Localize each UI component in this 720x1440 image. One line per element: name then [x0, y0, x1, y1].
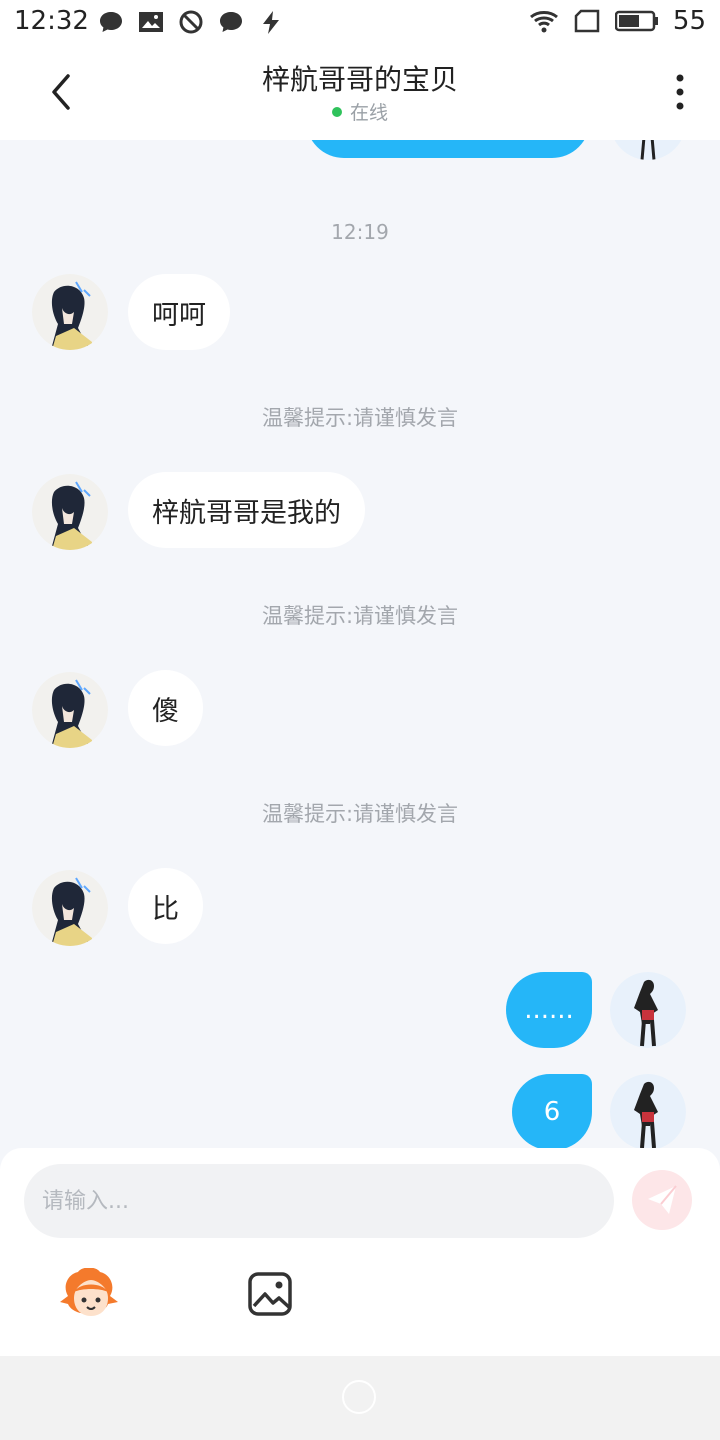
- status-right: 55: [529, 6, 706, 36]
- contact-avatar[interactable]: [32, 274, 108, 350]
- contact-avatar[interactable]: [32, 870, 108, 946]
- message-bubble-incoming[interactable]: 傻: [128, 670, 203, 746]
- sim-icon: [574, 9, 600, 33]
- my-avatar[interactable]: [610, 140, 686, 160]
- image-picker-icon[interactable]: [246, 1270, 294, 1318]
- send-plane-icon: [648, 1185, 677, 1214]
- wifi-icon: [529, 11, 558, 33]
- system-nav-bar: [0, 1356, 720, 1440]
- online-status-label: 在线: [349, 102, 388, 124]
- message-list[interactable]: 12:19 呵呵 温馨提示:请谨慎发言 梓航哥哥是我的 温馨提示:请谨慎发言 傻…: [0, 140, 720, 1148]
- warning-tip: 温馨提示:请谨慎发言: [261, 604, 459, 628]
- battery-icon: [614, 10, 658, 32]
- message-bubble-incoming[interactable]: 呵呵: [128, 274, 230, 350]
- status-time: 12:32: [14, 6, 89, 36]
- home-button[interactable]: [342, 1380, 376, 1414]
- battery-level: 55: [672, 6, 706, 36]
- chat-title: 梓航哥哥的宝贝: [261, 63, 458, 96]
- warning-tip: 温馨提示:请谨慎发言: [261, 802, 459, 826]
- contact-avatar[interactable]: [32, 672, 108, 748]
- more-options-icon[interactable]: [670, 72, 690, 112]
- message-bubble-outgoing-partial[interactable]: [306, 140, 590, 158]
- online-dot-icon: [331, 106, 342, 117]
- message-bubble-outgoing[interactable]: 6: [512, 1074, 592, 1148]
- flash-icon: [263, 11, 279, 34]
- my-avatar[interactable]: [610, 1074, 686, 1148]
- my-avatar[interactable]: [610, 972, 686, 1048]
- chat-bubble-icon: [100, 12, 122, 32]
- emoji-sticker-icon[interactable]: [60, 1268, 122, 1322]
- contact-avatar[interactable]: [32, 474, 108, 550]
- chat-bubble-icon: [220, 12, 242, 32]
- message-bubble-outgoing[interactable]: ......: [506, 972, 592, 1048]
- message-input[interactable]: [24, 1164, 614, 1238]
- message-timestamp: 12:19: [331, 220, 389, 244]
- message-bubble-incoming[interactable]: 比: [128, 868, 203, 944]
- blocked-icon: [179, 10, 203, 34]
- message-composer: [0, 1148, 720, 1356]
- warning-tip: 温馨提示:请谨慎发言: [261, 406, 459, 430]
- notification-icons: [98, 10, 284, 34]
- send-button[interactable]: [632, 1170, 692, 1230]
- status-bar: 12:32 55: [0, 0, 720, 44]
- image-icon: [139, 12, 163, 32]
- message-bubble-incoming[interactable]: 梓航哥哥是我的: [128, 472, 365, 548]
- online-status: 在线: [0, 98, 720, 125]
- chat-header: 梓航哥哥的宝贝 在线: [0, 44, 720, 140]
